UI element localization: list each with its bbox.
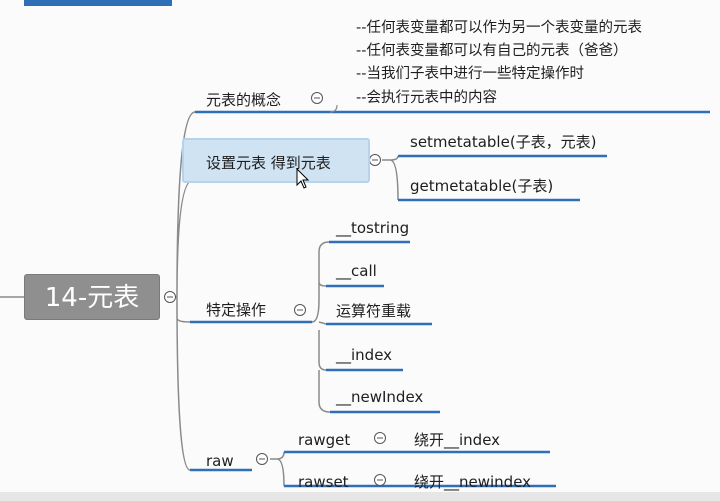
node-operator-overload[interactable]: 运算符重载	[336, 301, 411, 321]
node-getmetatable[interactable]: getmetatable(子表)	[410, 176, 553, 196]
branch-metatable-concept[interactable]: 元表的概念	[206, 90, 281, 110]
collapse-icon	[374, 474, 386, 486]
node-index[interactable]: __index	[336, 345, 392, 365]
collapse-icon	[369, 154, 381, 166]
branch-specific-operations[interactable]: 特定操作	[206, 300, 266, 320]
bottom-strip	[0, 492, 720, 501]
node-tostring[interactable]: __tostring	[336, 218, 409, 238]
collapse-icon	[256, 453, 268, 465]
note-line-2: --任何表变量都可以有自己的元表（爸爸）	[356, 43, 628, 59]
collapse-icon	[374, 432, 386, 444]
collapse-icon	[294, 304, 306, 316]
node-newindex[interactable]: __newIndex	[336, 387, 423, 407]
node-bypass-newindex[interactable]: 绕开__newindex	[414, 472, 531, 492]
collapse-icon	[311, 92, 323, 104]
node-rawset[interactable]: rawset	[298, 472, 349, 492]
collapse-icon	[164, 291, 176, 303]
branch2-links	[382, 155, 399, 201]
branch4-links	[270, 451, 285, 487]
node-setmetatable[interactable]: setmetatable(子表，元表)	[410, 132, 597, 152]
mouse-cursor-icon	[296, 168, 310, 189]
node-rawget[interactable]: rawget	[298, 430, 350, 450]
branch3-links	[311, 241, 331, 413]
node-call[interactable]: __call	[336, 261, 377, 281]
branch-raw[interactable]: raw	[206, 451, 234, 471]
note-line-3: --当我们子表中进行一些特定操作时	[356, 66, 584, 82]
node-bypass-index[interactable]: 绕开__index	[414, 430, 500, 450]
note-line-4: --会执行元表中的内容	[356, 90, 497, 106]
root-topic[interactable]: 14-元表	[24, 274, 160, 320]
note-line-1: --任何表变量都可以作为另一个表变量的元表	[356, 20, 642, 36]
branch-set-get-metatable[interactable]: 设置元表 得到元表	[206, 153, 331, 173]
